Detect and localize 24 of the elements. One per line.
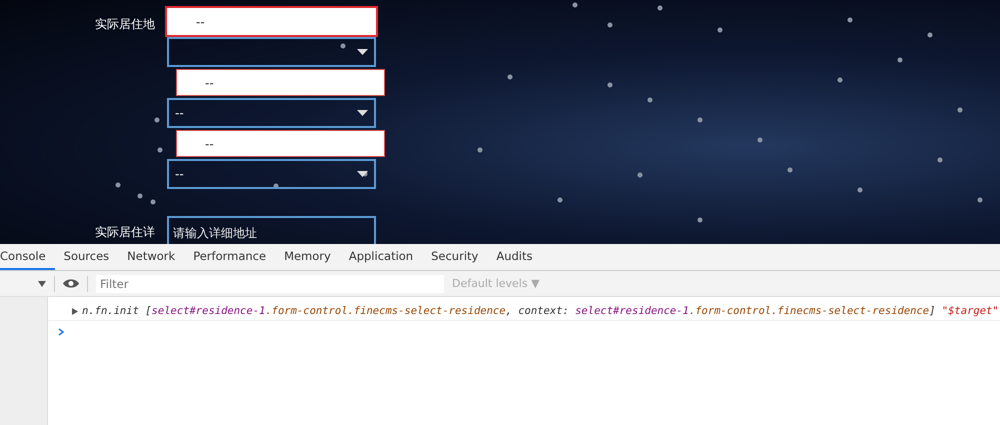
field-label: 实际居住详 — [94, 224, 156, 241]
prompt-chevron-icon — [58, 328, 64, 336]
expand-triangle-icon[interactable] — [72, 308, 78, 314]
devtools-tab[interactable]: Sources — [54, 244, 118, 270]
select-field[interactable]: -- — [167, 98, 376, 128]
select-field[interactable] — [167, 37, 376, 67]
input-field[interactable]: -- — [176, 130, 385, 157]
caret-icon — [357, 171, 368, 177]
input-field[interactable]: -- — [176, 69, 385, 96]
devtools-tab[interactable]: Application — [340, 244, 422, 270]
select-field[interactable]: -- — [167, 159, 376, 189]
devtools-tab[interactable]: Network — [118, 244, 184, 270]
devtools-tab[interactable]: Audits — [487, 244, 542, 270]
devtools-tab[interactable]: Performance — [184, 244, 276, 270]
devtools-tab[interactable]: Memory — [275, 244, 340, 270]
caret-icon — [357, 110, 368, 116]
dropdown-caret-icon[interactable] — [38, 280, 46, 286]
devtools-tab[interactable]: Security — [422, 244, 488, 270]
field-label: 实际居住地 — [94, 16, 156, 33]
filter-field[interactable]: Filter — [96, 274, 444, 292]
caret-icon — [357, 49, 368, 55]
console-message: n.fn.init [select#residence-1.form-control.finecms-select-residence, context: select#residence-1.form-control.finecms-select-residence] "$target" — [82, 305, 999, 317]
eye-icon[interactable] — [63, 278, 79, 289]
input-field[interactable]: -- — [167, 8, 376, 35]
